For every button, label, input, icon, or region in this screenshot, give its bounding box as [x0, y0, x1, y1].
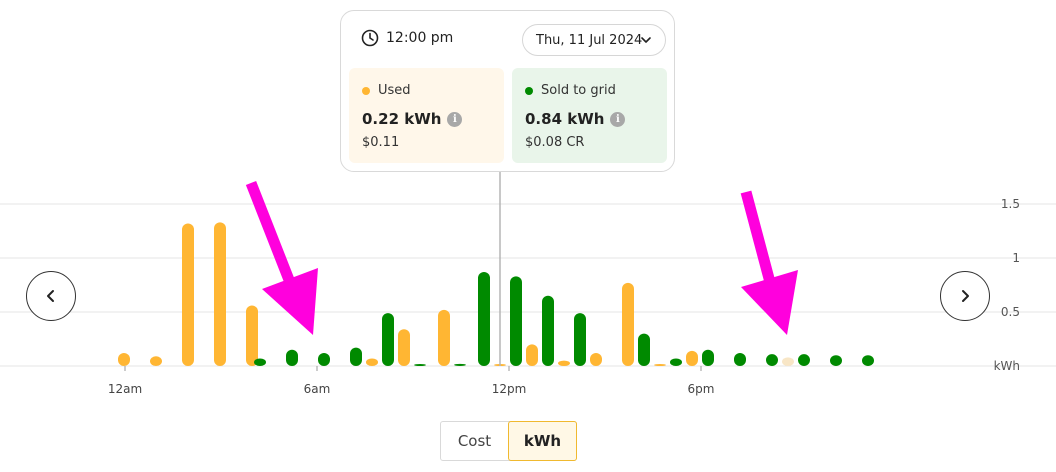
used-panel: Used 0.22 kWh i $0.11: [349, 68, 504, 163]
sold-bar[interactable]: [510, 276, 522, 366]
date-label: Thu, 11 Jul 2024: [536, 32, 643, 48]
next-day-button[interactable]: [940, 271, 990, 321]
used-bar[interactable]: [438, 309, 450, 366]
used-bar[interactable]: [654, 364, 666, 366]
y-tick-label: 1.5: [1001, 197, 1020, 211]
used-bar[interactable]: [118, 353, 130, 366]
sold-label: Sold to grid: [541, 83, 616, 98]
sold-legend: Sold to grid: [525, 83, 616, 98]
clock-icon: [361, 29, 379, 47]
used-dot-icon: [362, 86, 370, 95]
unit-toggle: Cost kWh: [440, 421, 577, 461]
sold-credit: $0.08 CR: [525, 135, 585, 150]
cost-toggle-button[interactable]: Cost: [441, 422, 508, 460]
chevron-right-icon: [962, 290, 969, 302]
sold-bar[interactable]: [702, 349, 714, 366]
sold-bar[interactable]: [830, 355, 842, 366]
sold-bar[interactable]: [766, 354, 778, 366]
used-label: Used: [378, 83, 411, 98]
hour-detail-tooltip: 12:00 pm Thu, 11 Jul 2024 Used 0.22 kWh …: [340, 10, 675, 172]
x-tick-label: 6am: [304, 382, 331, 396]
info-icon[interactable]: i: [447, 111, 463, 127]
y-axis-unit-label: kWh: [994, 359, 1020, 373]
time-label: 12:00 pm: [386, 30, 454, 46]
used-bar[interactable]: [398, 329, 410, 366]
tooltip-time: 12:00 pm: [361, 29, 453, 47]
sold-bar[interactable]: [382, 313, 394, 366]
sold-bar[interactable]: [414, 364, 426, 366]
sold-bar[interactable]: [670, 358, 682, 366]
used-value: 0.22 kWh: [362, 110, 442, 128]
used-cost: $0.11: [362, 135, 400, 150]
sold-bar[interactable]: [478, 272, 490, 366]
info-icon[interactable]: i: [610, 111, 626, 127]
chevron-left-icon: [47, 290, 54, 302]
used-bar[interactable]: [246, 305, 258, 366]
used-bar[interactable]: [622, 282, 634, 366]
x-tick-label: 12am: [108, 382, 142, 396]
y-tick-label: 0.5: [1001, 305, 1020, 319]
chevron-down-icon: [641, 37, 651, 43]
used-bar[interactable]: [214, 222, 226, 366]
used-bar[interactable]: [526, 344, 538, 366]
sold-bar[interactable]: [454, 363, 466, 366]
sold-bar[interactable]: [574, 313, 586, 366]
sold-bar[interactable]: [862, 355, 874, 366]
sold-panel: Sold to grid 0.84 kWh i $0.08 CR: [512, 68, 667, 163]
used-bar[interactable]: [782, 357, 794, 366]
x-tick-label: 12pm: [492, 382, 527, 396]
sold-bar[interactable]: [350, 347, 362, 366]
used-bar[interactable]: [366, 358, 378, 366]
used-bar[interactable]: [150, 356, 162, 366]
sold-bar[interactable]: [542, 295, 554, 366]
previous-day-button[interactable]: [26, 271, 76, 321]
used-legend: Used: [362, 83, 411, 98]
sold-bar[interactable]: [638, 333, 650, 366]
used-bar[interactable]: [182, 223, 194, 366]
sold-bar[interactable]: [318, 353, 330, 366]
used-bar[interactable]: [590, 353, 602, 366]
sold-value: 0.84 kWh: [525, 110, 605, 128]
sold-bar[interactable]: [254, 358, 266, 366]
sold-bar[interactable]: [286, 349, 298, 366]
sold-dot-icon: [525, 86, 533, 95]
y-tick-label: 1: [1012, 251, 1020, 265]
sold-bar[interactable]: [734, 353, 746, 366]
energy-usage-chart-view: 0.5 1 1.5 12am 6am 12pm 6pm kWh 12:00 pm Thu,…: [0, 0, 1056, 472]
date-dropdown[interactable]: Thu, 11 Jul 2024: [522, 24, 666, 56]
sold-bar[interactable]: [798, 354, 810, 366]
used-bar[interactable]: [686, 350, 698, 366]
x-tick-label: 6pm: [688, 382, 715, 396]
kwh-toggle-button[interactable]: kWh: [508, 421, 577, 461]
used-bar[interactable]: [558, 360, 570, 366]
